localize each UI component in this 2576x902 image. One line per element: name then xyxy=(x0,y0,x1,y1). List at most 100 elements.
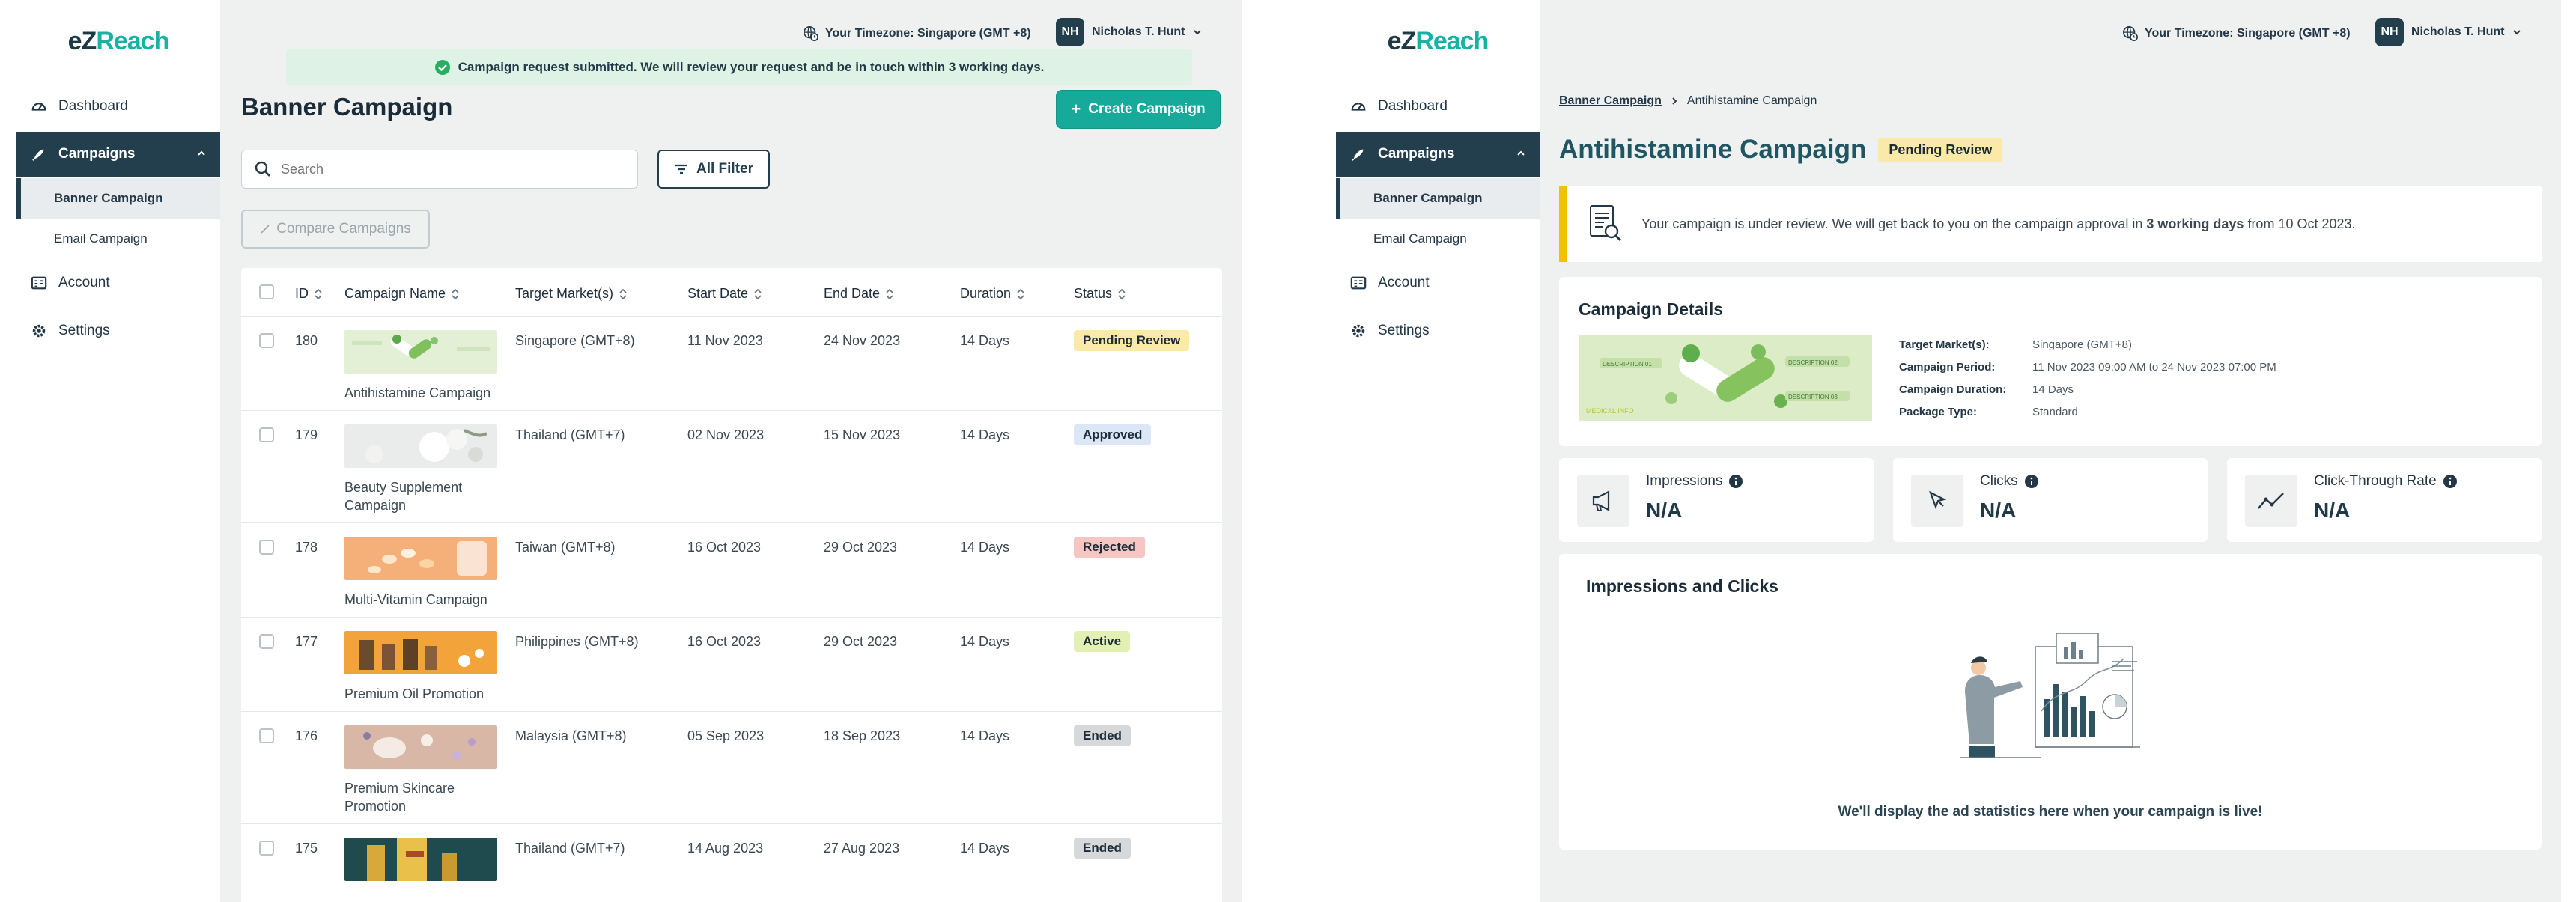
search-bar[interactable] xyxy=(241,150,638,189)
column-header-start-date[interactable]: Start Date xyxy=(687,286,762,302)
cursor-icon xyxy=(1911,475,1963,527)
stat-value: N/A xyxy=(1646,499,1683,522)
rocket-icon xyxy=(1349,145,1367,163)
row-checkbox[interactable] xyxy=(259,333,274,348)
column-header-label: Start Date xyxy=(687,286,749,301)
stat-label: Click-Through Rate xyxy=(2314,473,2458,490)
detail-label-campaign-period: Campaign Period: xyxy=(1899,361,1996,374)
logo[interactable]: eZReach xyxy=(16,27,220,56)
sidebar-item-dashboard[interactable]: Dashboard xyxy=(16,84,220,129)
all-filter-button[interactable]: All Filter xyxy=(657,150,770,189)
table-row[interactable]: 177 Premium Oil Promotion Philippines (G… xyxy=(241,617,1222,711)
sidebar-item-campaigns[interactable]: Campaigns xyxy=(1336,132,1540,177)
review-notice-text: Your campaign is under review. We will g… xyxy=(1641,216,2356,231)
info-icon[interactable] xyxy=(1728,474,1743,489)
campaign-name[interactable]: Multi-Vitamin Campaign xyxy=(344,591,502,609)
table-row[interactable]: 180 Antihistamine Campaign Singapore (GM… xyxy=(241,316,1222,410)
end-date: 15 Nov 2023 xyxy=(824,427,901,442)
row-checkbox[interactable] xyxy=(259,634,274,649)
globe-clock-icon xyxy=(803,25,819,42)
campaign-thumbnail xyxy=(344,838,497,881)
status-badge: Rejected xyxy=(1074,537,1145,558)
compare-icon xyxy=(260,224,270,234)
stat-label: Clicks xyxy=(1980,473,2039,490)
sidebar-item-account[interactable]: Account xyxy=(16,260,220,305)
sidebar-item-label: Banner Campaign xyxy=(54,191,163,205)
search-input[interactable] xyxy=(281,161,565,177)
timezone-indicator[interactable]: Your Timezone: Singapore (GMT +8) xyxy=(2122,25,2351,42)
sidebar-item-label: Account xyxy=(58,275,110,290)
timezone-indicator[interactable]: Your Timezone: Singapore (GMT +8) xyxy=(803,25,1031,42)
campaign-name[interactable]: Premium Skincare Promotion xyxy=(344,779,502,815)
duration: 14 Days xyxy=(960,333,1010,348)
select-all-checkbox[interactable] xyxy=(259,284,274,299)
detail-value-target-markets: Singapore (GMT+8) xyxy=(2032,338,2132,351)
user-menu[interactable]: NH Nicholas T. Hunt xyxy=(2375,18,2522,46)
column-header-duration[interactable]: Duration xyxy=(960,286,1024,302)
banner-description-1: DESCRIPTION 01 xyxy=(1603,361,1652,368)
row-checkbox[interactable] xyxy=(259,427,274,442)
row-checkbox[interactable] xyxy=(259,540,274,555)
campaign-name[interactable]: Antihistamine Campaign xyxy=(344,384,502,402)
stat-card-impressions: Impressions N/A xyxy=(1559,458,1874,542)
column-header-label: Status xyxy=(1074,286,1113,301)
sort-icon xyxy=(886,288,893,299)
breadcrumb-link-banner-campaign[interactable]: Banner Campaign xyxy=(1559,94,1662,108)
status-badge: Ended xyxy=(1074,838,1131,859)
start-date: 16 Oct 2023 xyxy=(687,540,762,555)
table-row[interactable]: 176 Premium Skincare Promotion Malaysia … xyxy=(241,711,1222,823)
sidebar-item-dashboard[interactable]: Dashboard xyxy=(1336,84,1540,129)
campaign-thumbnail xyxy=(344,725,497,769)
column-header-campaign-name[interactable]: Campaign Name xyxy=(344,286,459,302)
banner-logo-text: MEDICAL INFO xyxy=(1586,407,1634,415)
sidebar-subitem-banner-campaign[interactable]: Banner Campaign xyxy=(1336,178,1540,219)
column-header-end-date[interactable]: End Date xyxy=(824,286,893,302)
sidebar-item-campaigns[interactable]: Campaigns xyxy=(16,132,220,177)
campaign-name[interactable]: Premium Oil Promotion xyxy=(344,685,502,703)
target-market: Thailand (GMT+7) xyxy=(515,841,625,856)
campaign-id: 177 xyxy=(295,634,318,649)
table-row[interactable]: 179 Beauty Supplement Campaign Thailand … xyxy=(241,410,1222,522)
info-icon[interactable] xyxy=(2443,474,2458,489)
column-header-label: End Date xyxy=(824,286,881,301)
create-campaign-button[interactable]: + Create Campaign xyxy=(1056,90,1221,129)
table-row[interactable]: 175 Thailand (GMT+7) 14 Aug 2023 27 Aug … xyxy=(241,823,1222,902)
campaign-id: 179 xyxy=(295,427,318,442)
empty-state-message: We'll display the ad statistics here whe… xyxy=(1838,804,2263,820)
column-header-status[interactable]: Status xyxy=(1074,286,1126,302)
user-menu[interactable]: NH Nicholas T. Hunt xyxy=(1056,18,1203,46)
document-search-icon xyxy=(1588,204,1623,243)
column-header-target-markets[interactable]: Target Market(s) xyxy=(515,286,627,302)
breadcrumb-current: Antihistamine Campaign xyxy=(1686,94,1817,107)
compare-campaigns-button[interactable]: Compare Campaigns xyxy=(241,210,430,249)
campaign-name[interactable]: Beauty Supplement Campaign xyxy=(344,478,502,514)
sidebar-item-label: Email Campaign xyxy=(54,231,148,246)
campaign-details-card: Campaign Details DESCRIPTION 01 DESCRIPT… xyxy=(1559,277,2542,446)
duration: 14 Days xyxy=(960,728,1010,743)
sidebar-subitem-banner-campaign[interactable]: Banner Campaign xyxy=(16,178,220,219)
globe-clock-icon xyxy=(2122,25,2139,42)
sidebar-item-settings[interactable]: Settings xyxy=(16,308,220,353)
banner-description-3: DESCRIPTION 03 xyxy=(1788,394,1838,400)
column-header-id[interactable]: ID xyxy=(295,286,322,302)
review-notice: Your campaign is under review. We will g… xyxy=(1559,186,2542,262)
sidebar-subitem-email-campaign[interactable]: Email Campaign xyxy=(16,219,220,259)
target-market: Taiwan (GMT+8) xyxy=(515,540,616,555)
sidebar-item-account[interactable]: Account xyxy=(1336,260,1540,305)
table-row[interactable]: 178 Multi-Vitamin Campaign Taiwan (GMT+8… xyxy=(241,522,1222,617)
sidebar-subitem-email-campaign[interactable]: Email Campaign xyxy=(1336,219,1540,259)
column-header-label: Campaign Name xyxy=(344,286,446,301)
search-icon xyxy=(254,160,272,178)
target-market: Malaysia (GMT+8) xyxy=(515,728,627,743)
logo[interactable]: eZReach xyxy=(1336,27,1540,56)
account-icon xyxy=(1349,274,1367,292)
row-checkbox[interactable] xyxy=(259,841,274,856)
detail-value-campaign-period: 11 Nov 2023 09:00 AM to 24 Nov 2023 07:0… xyxy=(2032,361,2276,374)
sort-icon xyxy=(619,288,627,299)
stat-label: Impressions xyxy=(1646,473,1743,490)
sort-icon xyxy=(1118,288,1126,299)
status-badge: Pending Review xyxy=(1074,330,1190,351)
sidebar-item-settings[interactable]: Settings xyxy=(1336,308,1540,353)
info-icon[interactable] xyxy=(2024,474,2039,489)
row-checkbox[interactable] xyxy=(259,728,274,743)
